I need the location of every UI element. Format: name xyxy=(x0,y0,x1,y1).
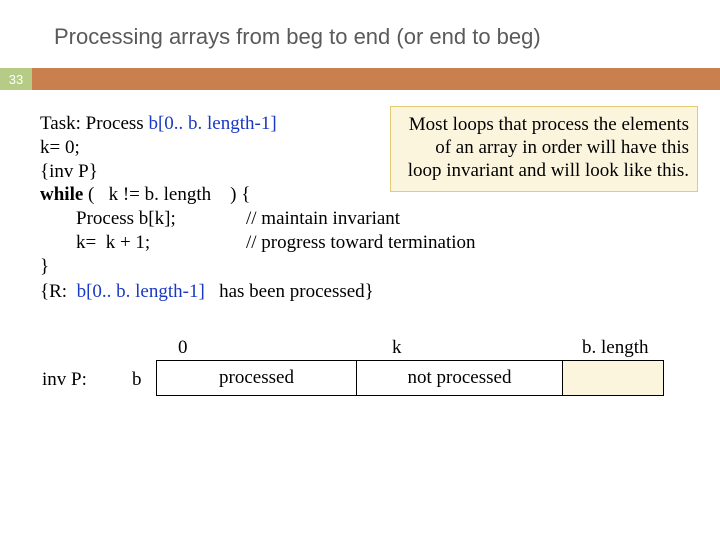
slide-number-bar: 33 xyxy=(0,68,720,90)
code-inv-line: {inv P} xyxy=(40,160,698,184)
diagram-tail-box xyxy=(563,361,663,395)
diagram-boxes: processed not processed xyxy=(156,360,664,396)
while-open: ( xyxy=(83,184,108,205)
code-init-line: k= 0; xyxy=(40,136,698,160)
diagram-invp-label: inv P: xyxy=(42,368,87,392)
while-close: ) { xyxy=(211,184,250,205)
task-range: b[0.. b. length-1] xyxy=(148,113,276,134)
task-prefix: Task: Process xyxy=(40,113,148,134)
code-postcondition: {R: b[0.. b. length-1] has been processe… xyxy=(40,280,698,304)
while-keyword: while xyxy=(40,184,83,205)
slide-number-badge: 33 xyxy=(0,68,32,90)
code-task-line: Task: Process b[0.. b. length-1] xyxy=(40,112,698,136)
code-close-brace: } xyxy=(40,255,698,279)
while-cond: k != b. length xyxy=(109,184,212,205)
post-suffix: has been processed} xyxy=(205,281,374,302)
code-body1-line: Process b[k];// maintain invariant xyxy=(40,207,698,231)
diagram-label-0: 0 xyxy=(178,336,188,360)
code-body2-line: k= k + 1;// progress toward termination xyxy=(40,231,698,255)
diagram-label-blength: b. length xyxy=(582,336,649,360)
diagram-not-processed-box: not processed xyxy=(357,361,563,395)
diagram-label-k: k xyxy=(392,336,402,360)
slide-bar-fill xyxy=(32,68,720,90)
diagram-axis-labels: 0 k b. length xyxy=(156,336,662,360)
body1-comment: // maintain invariant xyxy=(246,207,400,231)
code-block: Task: Process b[0.. b. length-1] k= 0; {… xyxy=(40,112,698,304)
post-prefix: {R: xyxy=(40,281,77,302)
post-range: b[0.. b. length-1] xyxy=(77,281,205,302)
diagram-processed-box: processed xyxy=(157,361,357,395)
body2-comment: // progress toward termination xyxy=(246,231,476,255)
body2-stmt: k= k + 1; xyxy=(76,231,246,255)
diagram-array-name: b xyxy=(132,368,142,392)
body1-stmt: Process b[k]; xyxy=(76,207,246,231)
slide-title: Processing arrays from beg to end (or en… xyxy=(0,0,720,68)
slide-content: Most loops that process the elements of … xyxy=(0,90,720,436)
array-diagram: 0 k b. length inv P: b processed not pro… xyxy=(40,336,698,436)
code-while-line: while ( k != b. length ) { xyxy=(40,183,698,207)
